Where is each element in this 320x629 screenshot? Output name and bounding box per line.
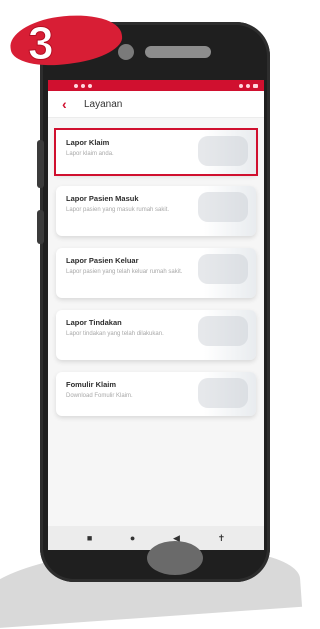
card-title: Fomulir Klaim — [66, 380, 117, 389]
circle-icon[interactable]: ● — [130, 533, 135, 543]
chevron-left-icon[interactable]: ‹ — [62, 97, 76, 111]
page-title: Layanan — [84, 98, 123, 110]
notification-icon — [74, 83, 78, 88]
menu-card-lapor-klaim[interactable]: Lapor Klaim Lapor klaim anda. — [54, 128, 258, 176]
wifi-icon — [239, 83, 243, 88]
menu-card-lapor-tindakan[interactable]: Lapor Tindakan Lapor tindakan yang telah… — [56, 310, 256, 360]
card-subtitle: Lapor tindakan yang telah dilakukan. — [66, 331, 164, 337]
step-badge: 3 — [7, 8, 130, 72]
badge-blob — [7, 8, 125, 72]
square-icon[interactable]: ■ — [87, 533, 92, 543]
menu-card-lapor-pasien-keluar[interactable]: Lapor Pasien Keluar Lapor pasien yang te… — [56, 248, 256, 298]
battery-icon — [253, 83, 258, 88]
notification-icon — [88, 83, 92, 88]
card-subtitle: Lapor pasien yang masuk rumah sakit. — [66, 207, 170, 213]
card-subtitle: Download Fomulir Klaim. — [66, 393, 133, 399]
status-bar — [48, 80, 264, 91]
service-list: Lapor Klaim Lapor klaim anda. Lapor Pasi… — [48, 118, 264, 416]
app-bar: ‹ Layanan — [48, 91, 264, 118]
menu-card-fomulir-klaim[interactable]: Fomulir Klaim Download Fomulir Klaim. — [56, 372, 256, 416]
card-title: Lapor Pasien Masuk — [66, 194, 139, 203]
home-button — [147, 541, 203, 575]
card-subtitle: Lapor klaim anda. — [66, 151, 114, 157]
step-number: 3 — [28, 17, 55, 70]
card-title: Lapor Klaim — [66, 138, 110, 147]
accessibility-icon[interactable]: ✝ — [218, 533, 226, 543]
speaker-grille — [145, 46, 211, 58]
card-subtitle: Lapor pasien yang telah keluar rumah sak… — [66, 269, 183, 275]
volume-button — [37, 140, 44, 188]
power-button — [37, 210, 44, 244]
card-title: Lapor Pasien Keluar — [66, 256, 139, 265]
menu-card-lapor-pasien-masuk[interactable]: Lapor Pasien Masuk Lapor pasien yang mas… — [56, 186, 256, 236]
phone-screen: ‹ Layanan Lapor Klaim Lapor klaim anda. … — [48, 80, 264, 550]
signal-icon — [246, 83, 250, 88]
card-title: Lapor Tindakan — [66, 318, 122, 327]
notification-icon — [81, 83, 85, 88]
